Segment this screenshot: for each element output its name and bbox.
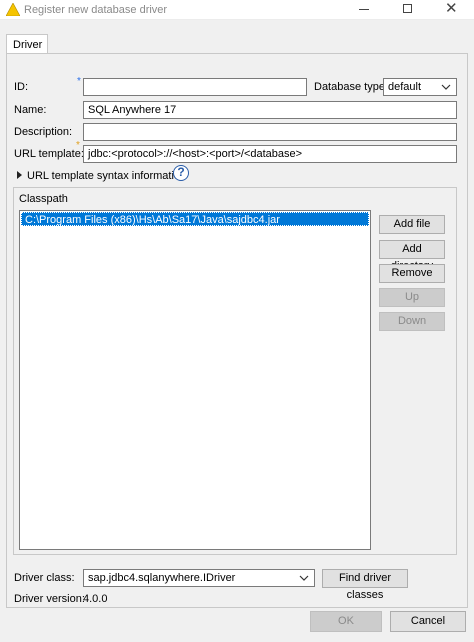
cancel-button[interactable]: Cancel — [390, 611, 466, 632]
maximize-icon — [403, 4, 412, 13]
classpath-label: Classpath — [19, 193, 68, 205]
down-button[interactable]: Down — [379, 312, 445, 331]
find-driver-classes-button[interactable]: Find driver classes — [322, 569, 408, 601]
name-field[interactable]: SQL Anywhere 17 — [83, 101, 457, 119]
id-field[interactable] — [83, 78, 307, 96]
classpath-group: Classpath C:\Program Files (x86)\Hs\Ab\S… — [13, 187, 457, 555]
warning-marker: * — [76, 140, 80, 151]
url-template-field[interactable]: jdbc:<protocol>://<host>:<port>/<databas… — [83, 145, 457, 163]
tab-driver[interactable]: Driver — [6, 34, 48, 54]
close-button[interactable]: ✕ — [430, 0, 474, 20]
expand-triangle-icon[interactable] — [17, 171, 22, 179]
classpath-list[interactable]: C:\Program Files (x86)\Hs\Ab\Sa17\Java\s… — [19, 210, 371, 550]
title-bar: Register new database driver ✕ — [0, 0, 474, 20]
window-title: Register new database driver — [24, 4, 168, 16]
warning-app-icon — [6, 3, 20, 16]
driver-class-label: Driver class: — [14, 572, 75, 584]
up-button[interactable]: Up — [379, 288, 445, 307]
minimize-icon — [359, 9, 369, 10]
driver-version-value: 4.0.0 — [83, 593, 108, 605]
url-template-label: URL template: — [14, 148, 84, 160]
description-field[interactable] — [83, 123, 457, 141]
minimize-button[interactable] — [342, 0, 386, 20]
required-marker: * — [77, 76, 81, 87]
id-label: ID: — [14, 81, 29, 93]
database-type-value: default — [388, 81, 422, 93]
chevron-down-icon — [299, 575, 309, 581]
add-file-button[interactable]: Add file — [379, 215, 445, 234]
database-type-label: Database type: — [314, 81, 388, 93]
url-template-info-toggle[interactable]: URL template syntax information — [27, 170, 186, 182]
maximize-button[interactable] — [386, 0, 430, 20]
database-type-select[interactable]: default — [383, 78, 457, 96]
list-item[interactable]: C:\Program Files (x86)\Hs\Ab\Sa17\Java\s… — [21, 212, 369, 226]
driver-version-label: Driver version: — [14, 593, 85, 605]
help-icon[interactable]: ? — [173, 165, 189, 181]
chevron-down-icon — [441, 84, 451, 90]
ok-button[interactable]: OK — [310, 611, 382, 632]
driver-class-select[interactable]: sap.jdbc4.sqlanywhere.IDriver — [83, 569, 315, 587]
driver-class-value: sap.jdbc4.sqlanywhere.IDriver — [88, 572, 236, 584]
description-label: Description: — [14, 126, 73, 138]
name-label: Name: — [14, 104, 47, 116]
add-directory-button[interactable]: Add directory — [379, 240, 445, 272]
close-icon: ✕ — [445, 0, 458, 17]
dialog-content: Driver ID: * Database type: default Name… — [0, 20, 474, 642]
remove-button[interactable]: Remove — [379, 264, 445, 283]
driver-panel: ID: * Database type: default Name: SQL A… — [6, 53, 468, 608]
